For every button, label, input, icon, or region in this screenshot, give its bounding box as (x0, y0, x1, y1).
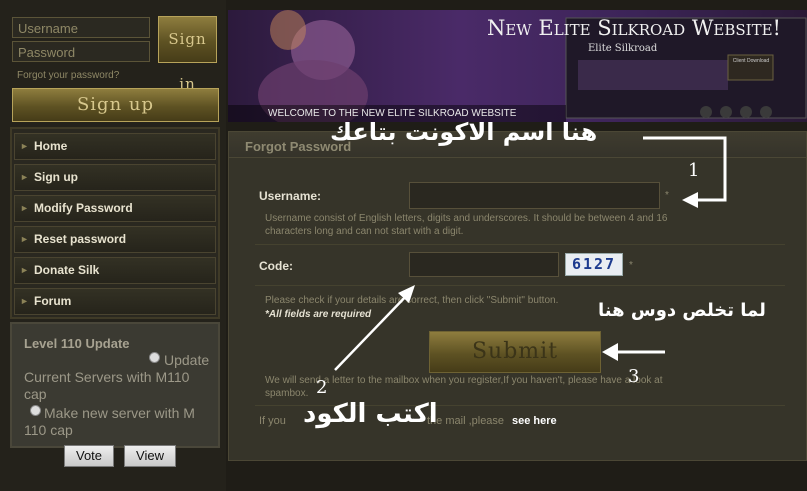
annotation-submit: لما تخلص دوس هنا (598, 300, 766, 321)
annotation-username: هنا اسم الاكونت بتاعك (330, 118, 598, 146)
annotation-arrow-2 (334, 291, 411, 371)
annotation-number-3: 3 (628, 366, 640, 387)
annotation-arrow-1 (643, 136, 727, 202)
annotation-number-1: 1 (688, 160, 700, 181)
annotation-code: اكتب الكود (303, 399, 438, 429)
annotation-number-2: 2 (316, 377, 328, 398)
